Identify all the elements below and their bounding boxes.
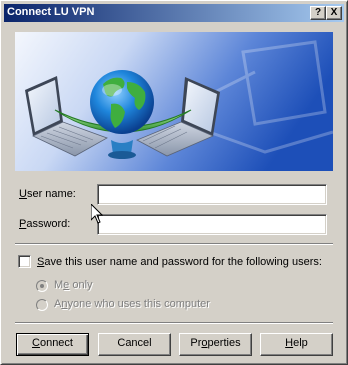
separator bbox=[15, 243, 333, 245]
help-button[interactable]: Help bbox=[260, 333, 333, 356]
me-only-radio[interactable] bbox=[36, 280, 48, 292]
username-input[interactable] bbox=[97, 184, 327, 205]
globe-icon bbox=[90, 70, 154, 134]
radio-selected-dot bbox=[40, 284, 44, 288]
password-label: Password: bbox=[19, 218, 71, 230]
mouse-pointer-icon bbox=[91, 204, 103, 224]
save-credentials-checkbox[interactable] bbox=[18, 255, 31, 268]
globe-laptops-illustration bbox=[15, 32, 333, 171]
separator bbox=[15, 322, 333, 324]
anyone-radio[interactable] bbox=[36, 299, 48, 311]
password-input[interactable] bbox=[97, 214, 327, 235]
help-caption-button[interactable]: ? bbox=[310, 6, 326, 20]
window-title: Connect LU VPN bbox=[7, 6, 95, 18]
username-label: User name: bbox=[19, 188, 76, 200]
close-button[interactable]: X bbox=[326, 6, 342, 20]
title-bar[interactable]: Connect LU VPN ? X bbox=[4, 4, 344, 22]
save-credentials-label[interactable]: Save this user name and password for the… bbox=[37, 256, 322, 268]
me-only-label[interactable]: Me only bbox=[54, 279, 93, 291]
connect-vpn-dialog: Connect LU VPN ? X User name: Password: … bbox=[0, 0, 348, 365]
connect-button[interactable]: Connect bbox=[16, 333, 89, 356]
anyone-label[interactable]: Anyone who uses this computer bbox=[54, 298, 210, 310]
cancel-button[interactable]: Cancel bbox=[98, 333, 171, 356]
properties-button[interactable]: Properties bbox=[179, 333, 252, 356]
vpn-banner-illustration bbox=[15, 32, 333, 171]
